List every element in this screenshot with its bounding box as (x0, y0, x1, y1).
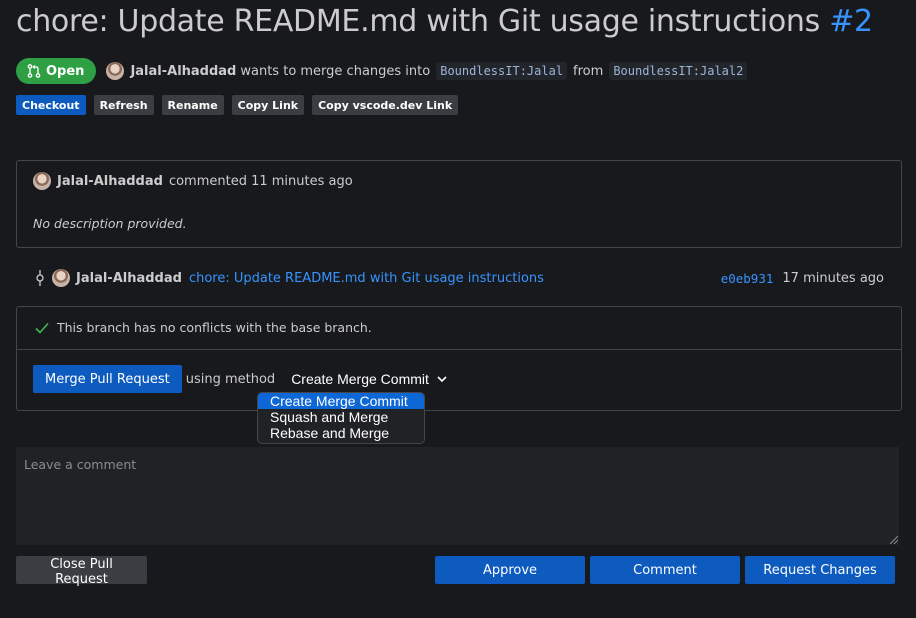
commit-time: 17 minutes ago (782, 270, 884, 286)
merge-controls: Merge Pull Request using method Create M… (33, 365, 447, 393)
avatar (52, 269, 70, 287)
pr-number[interactable]: #2 (829, 4, 873, 39)
merge-method-dropdown: Create Merge Commit Squash and Merge Reb… (257, 392, 425, 444)
pr-title: chore: Update README.md with Git usage i… (16, 4, 873, 39)
merge-status: This branch has no conflicts with the ba… (35, 320, 372, 335)
merge-status-text: This branch has no conflicts with the ba… (57, 320, 372, 335)
refresh-button[interactable]: Refresh (93, 95, 154, 115)
avatar (33, 172, 51, 190)
git-commit-icon (36, 270, 44, 286)
target-branch: BoundlessIT:Jalal (436, 62, 568, 80)
description-comment: Jalal-Alhaddad commented 11 minutes ago … (16, 160, 902, 248)
pr-author[interactable]: Jalal-Alhaddad (130, 64, 236, 79)
comment-body: No description provided. (33, 216, 187, 231)
comment-meta: commented 11 minutes ago (168, 173, 353, 189)
git-pull-request-icon (27, 64, 41, 78)
option-rebase-and-merge[interactable]: Rebase and Merge (258, 425, 424, 441)
status-label: Open (46, 63, 85, 79)
merge-method-select[interactable]: Create Merge Commit (291, 371, 447, 387)
comment-header: Jalal-Alhaddad commented 11 minutes ago (33, 172, 353, 190)
merge-pull-request-button[interactable]: Merge Pull Request (33, 365, 182, 393)
commit-author[interactable]: Jalal-Alhaddad (76, 271, 182, 286)
divider (17, 349, 901, 350)
pr-title-text: chore: Update README.md with Git usage i… (16, 4, 820, 39)
commit-row: Jalal-Alhaddad chore: Update README.md w… (34, 268, 884, 288)
option-squash-and-merge[interactable]: Squash and Merge (258, 409, 424, 425)
rename-button[interactable]: Rename (161, 95, 224, 115)
check-icon (35, 322, 49, 334)
comment-button[interactable]: Comment (590, 556, 740, 584)
avatar (106, 62, 125, 80)
commit-meta: e0eb931 17 minutes ago (721, 271, 884, 286)
copy-link-button[interactable]: Copy Link (231, 95, 305, 115)
pr-actions: Checkout Refresh Rename Copy Link Copy v… (16, 95, 459, 115)
checkout-button[interactable]: Checkout (16, 95, 86, 115)
resize-handle-icon[interactable] (890, 536, 898, 544)
using-method-label: using method (185, 371, 276, 387)
selected-merge-method: Create Merge Commit (291, 371, 429, 387)
pr-status-row: Open Jalal-Alhaddad wants to merge chang… (16, 57, 748, 85)
option-create-merge-commit[interactable]: Create Merge Commit (258, 393, 424, 409)
close-pull-request-button[interactable]: Close Pull Request (16, 556, 147, 587)
merge-text: wants to merge changes into (240, 63, 431, 79)
commit-sha[interactable]: e0eb931 (721, 271, 774, 286)
status-badge: Open (16, 58, 97, 84)
copy-vscode-link-button[interactable]: Copy vscode.dev Link (312, 95, 459, 115)
commit-message-link[interactable]: chore: Update README.md with Git usage i… (189, 271, 544, 286)
request-changes-button[interactable]: Request Changes (745, 556, 895, 584)
approve-button[interactable]: Approve (435, 556, 585, 584)
merge-panel: This branch has no conflicts with the ba… (16, 306, 902, 411)
comment-input[interactable] (16, 447, 899, 545)
source-branch: BoundlessIT:Jalal2 (609, 62, 748, 80)
comment-author[interactable]: Jalal-Alhaddad (57, 174, 163, 189)
chevron-down-icon (437, 375, 447, 382)
from-text: from (573, 63, 604, 79)
